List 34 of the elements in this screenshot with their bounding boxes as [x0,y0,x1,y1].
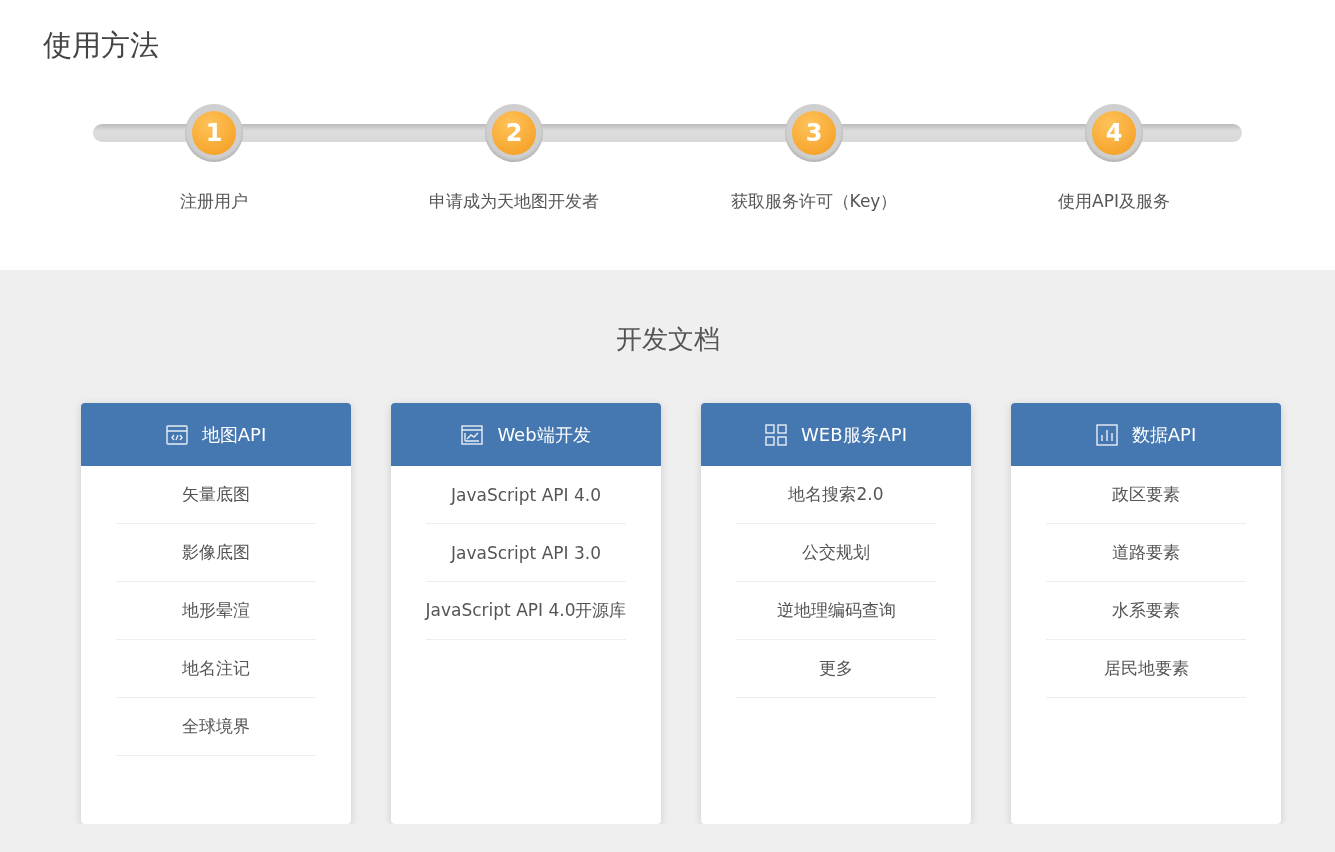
grid-icon [765,423,787,446]
doc-link[interactable]: 水系要素 [1046,582,1246,640]
step-label: 申请成为天地图开发者 [429,190,599,213]
step-number: 1 [185,104,243,162]
card-title: 地图API [201,422,267,447]
bar-chart-icon [1095,423,1118,446]
doc-link[interactable]: JavaScript API 4.0 [426,466,626,524]
card-title: WEB服务API [801,422,907,447]
card-title: Web端开发 [497,422,591,447]
doc-link[interactable]: 矢量底图 [116,466,316,524]
section-title: 使用方法 [43,27,160,64]
step-number: 4 [1085,104,1143,162]
step-label: 获取服务许可（Key） [730,190,898,213]
doc-link[interactable]: 全球境界 [116,698,316,756]
line-chart-icon [461,423,484,446]
card-title: 数据API [1131,422,1197,447]
step-label: 注册用户 [180,190,248,213]
doc-link[interactable]: 地形晕渲 [116,582,316,640]
doc-link[interactable]: 政区要素 [1046,466,1246,524]
doc-link[interactable]: 更多 [736,640,936,698]
step-label: 使用API及服务 [1058,190,1170,213]
code-window-icon [165,423,188,446]
doc-link[interactable]: 逆地理编码查询 [736,582,936,640]
doc-link[interactable]: 影像底图 [116,524,316,582]
doc-link[interactable]: 地名注记 [116,640,316,698]
doc-link[interactable]: 道路要素 [1046,524,1246,582]
step-number: 2 [485,104,543,162]
section-title: 开发文档 [614,323,721,356]
doc-link[interactable]: JavaScript API 3.0 [426,524,626,582]
doc-link[interactable]: 地名搜索2.0 [736,466,936,524]
doc-link[interactable]: 公交规划 [736,524,936,582]
doc-link[interactable]: JavaScript API 4.0开源库 [426,582,626,640]
step-number: 3 [785,104,843,162]
doc-link[interactable]: 居民地要素 [1046,640,1246,698]
